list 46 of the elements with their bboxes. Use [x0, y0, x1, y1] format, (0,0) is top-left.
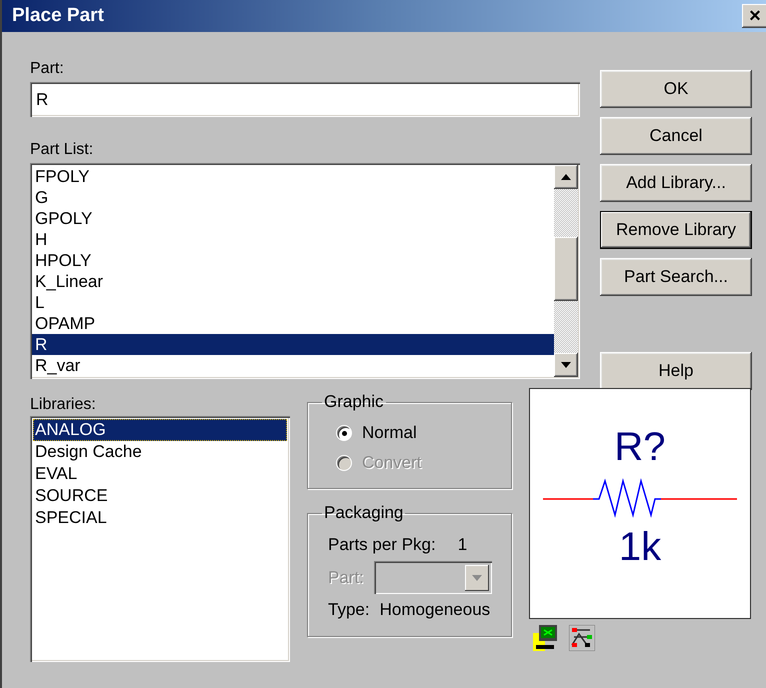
scroll-thumb[interactable]: [554, 237, 578, 301]
display-icon[interactable]: [533, 625, 557, 651]
list-item[interactable]: FPOLY: [32, 166, 554, 187]
part-label: Part:: [328, 568, 364, 588]
list-item[interactable]: HPOLY: [32, 250, 554, 271]
list-item[interactable]: R: [32, 334, 554, 355]
dialog-button[interactable]: Add Library...: [600, 164, 752, 202]
list-item[interactable]: OPAMP: [32, 313, 554, 334]
field-label: Part:: [30, 60, 64, 78]
parts-per-package-label: Parts per Pkg:: [328, 535, 436, 555]
list-item[interactable]: R_var: [32, 355, 554, 376]
dialog-button[interactable]: OK: [600, 70, 752, 108]
parts-per-package-value: 1: [458, 535, 468, 555]
part-value: 1k: [618, 525, 662, 569]
list-item[interactable]: Design Cache: [33, 441, 287, 463]
scroll-down-button[interactable]: [554, 353, 578, 377]
list-item[interactable]: SOURCE: [33, 485, 287, 507]
list-label: Libraries:: [30, 396, 97, 414]
dialog-button[interactable]: Remove Library: [600, 211, 752, 249]
list-item[interactable]: H: [32, 229, 554, 250]
down-arrow-icon: [561, 362, 571, 368]
list-item[interactable]: EVAL: [33, 463, 287, 485]
type-label: Type:: [328, 600, 370, 620]
window-title: Place Part: [12, 5, 104, 27]
dialog-button[interactable]: Cancel: [600, 117, 752, 155]
down-arrow-icon: [472, 574, 482, 580]
list-item[interactable]: GPOLY: [32, 208, 554, 229]
reference-designator: R?: [614, 425, 666, 469]
list-item[interactable]: K_Linear: [32, 271, 554, 292]
list-item[interactable]: SPECIAL: [33, 507, 287, 529]
close-button[interactable]: ×: [742, 4, 766, 28]
scrollbar[interactable]: [554, 165, 578, 377]
network-icon[interactable]: [569, 625, 595, 651]
dialog-button[interactable]: Part Search...: [600, 258, 752, 296]
list-item[interactable]: ANALOG: [33, 419, 287, 441]
radio-button[interactable]: Normal: [328, 418, 417, 448]
group-title: Graphic: [323, 392, 385, 412]
list-item[interactable]: G: [32, 187, 554, 208]
list-item[interactable]: L: [32, 292, 554, 313]
part-field[interactable]: R: [30, 82, 580, 117]
type-value: Homogeneous: [380, 600, 490, 620]
scroll-up-button[interactable]: [554, 165, 578, 189]
list-label: Part List:: [30, 141, 94, 159]
up-arrow-icon: [561, 174, 571, 180]
help-button[interactable]: Help: [600, 352, 752, 390]
group-title: Packaging: [323, 503, 404, 523]
